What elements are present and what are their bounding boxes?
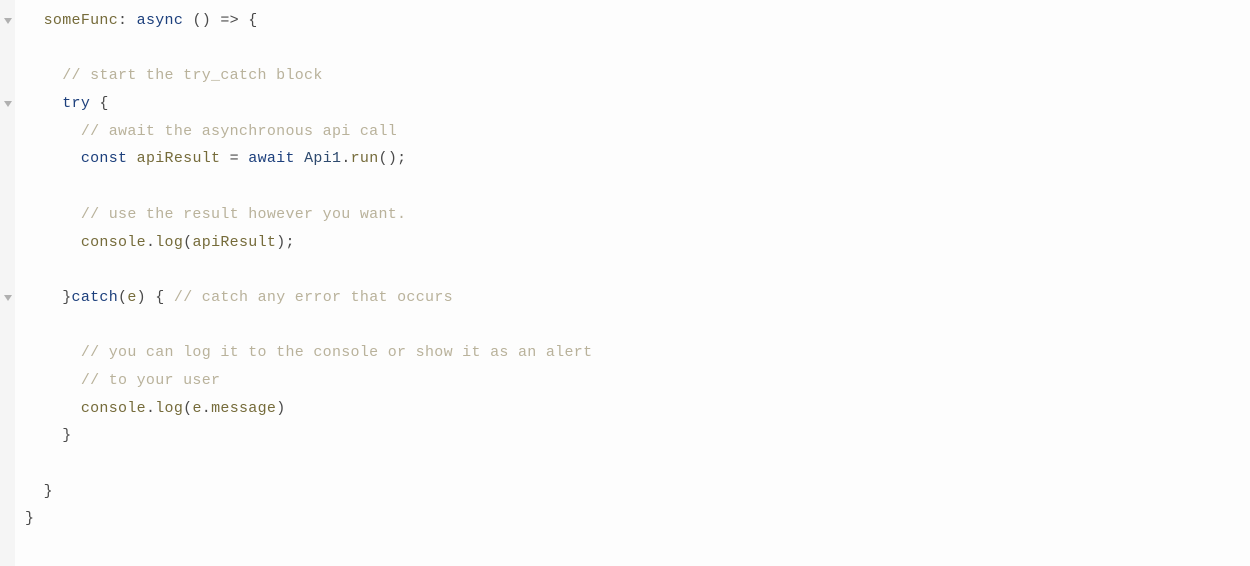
code-line[interactable]: // to your user [25, 367, 592, 395]
gutter-row [0, 367, 15, 395]
token-punct: ) { [137, 289, 174, 306]
gutter-row [0, 284, 15, 312]
token-comment: // you can log it to the console or show… [81, 344, 593, 361]
token-comment: // to your user [81, 372, 221, 389]
gutter-row [0, 395, 15, 423]
token-punct: () [183, 12, 220, 29]
token-prop: run [351, 150, 379, 167]
code-line[interactable] [25, 173, 592, 201]
gutter-row [0, 7, 15, 35]
fold-gutter [0, 0, 15, 566]
code-line[interactable]: // start the try_catch block [25, 62, 592, 90]
token-keyword: async [137, 12, 184, 29]
gutter-row [0, 201, 15, 229]
token-punct: (); [379, 150, 407, 167]
token-comment: // use the result however you want. [81, 206, 407, 223]
token-punct: } [62, 427, 71, 444]
code-line[interactable]: // await the asynchronous api call [25, 118, 592, 146]
token-punct: . [202, 400, 211, 417]
token-op: = [220, 150, 248, 167]
code-line[interactable]: try { [25, 90, 592, 118]
code-line[interactable]: // you can log it to the console or show… [25, 339, 592, 367]
token-class: Api1 [304, 150, 341, 167]
gutter-row [0, 118, 15, 146]
token-op: => [220, 12, 239, 29]
token-punct: : [118, 12, 137, 29]
token-keyword: const [81, 150, 128, 167]
token-comment: // await the asynchronous api call [81, 123, 397, 140]
gutter-row [0, 62, 15, 90]
token-prop: log [155, 400, 183, 417]
code-line[interactable]: } [25, 422, 592, 450]
code-line[interactable]: } [25, 478, 592, 506]
token-punct: { [239, 12, 258, 29]
fold-icon[interactable] [4, 18, 12, 24]
gutter-row [0, 478, 15, 506]
fold-icon[interactable] [4, 295, 12, 301]
code-line[interactable]: // use the result however you want. [25, 201, 592, 229]
token-comment: // catch any error that occurs [174, 289, 453, 306]
code-editor[interactable]: someFunc: async () => { // start the try… [0, 0, 1250, 566]
token-ident: e [127, 289, 136, 306]
token-punct: . [146, 400, 155, 417]
token-ident: apiResult [192, 234, 276, 251]
token-punct: } [44, 483, 53, 500]
token-punct: } [62, 289, 71, 306]
code-line[interactable] [25, 256, 592, 284]
token-punct [295, 150, 304, 167]
code-line[interactable]: const apiResult = await Api1.run(); [25, 145, 592, 173]
token-keyword: try [62, 95, 90, 112]
code-line[interactable] [25, 450, 592, 478]
gutter-row [0, 256, 15, 284]
token-comment: // start the try_catch block [62, 67, 322, 84]
token-keyword: catch [72, 289, 119, 306]
token-ident: apiResult [137, 150, 221, 167]
token-punct: ); [276, 234, 295, 251]
token-func: someFunc [44, 12, 118, 29]
token-punct: ( [118, 289, 127, 306]
code-line[interactable] [25, 312, 592, 340]
token-ident: console [81, 400, 146, 417]
code-line[interactable]: } [25, 505, 592, 533]
token-punct: } [25, 510, 34, 527]
token-punct: . [341, 150, 350, 167]
gutter-row [0, 229, 15, 257]
token-punct: . [146, 234, 155, 251]
gutter-row [0, 312, 15, 340]
code-line[interactable]: }catch(e) { // catch any error that occu… [25, 284, 592, 312]
fold-icon[interactable] [4, 101, 12, 107]
token-punct: ) [276, 400, 285, 417]
token-prop: message [211, 400, 276, 417]
code-line[interactable]: console.log(apiResult); [25, 229, 592, 257]
gutter-row [0, 173, 15, 201]
gutter-row [0, 339, 15, 367]
gutter-row [0, 422, 15, 450]
gutter-row [0, 505, 15, 533]
token-keyword: await [248, 150, 295, 167]
gutter-row [0, 90, 15, 118]
gutter-row [0, 145, 15, 173]
token-ident: e [192, 400, 201, 417]
token-prop: log [155, 234, 183, 251]
gutter-row [0, 35, 15, 63]
code-line[interactable] [25, 35, 592, 63]
token-punct [127, 150, 136, 167]
gutter-row [0, 450, 15, 478]
code-line[interactable]: console.log(e.message) [25, 395, 592, 423]
code-area[interactable]: someFunc: async () => { // start the try… [15, 0, 592, 566]
code-line[interactable]: someFunc: async () => { [25, 7, 592, 35]
token-ident: console [81, 234, 146, 251]
token-punct: { [90, 95, 109, 112]
